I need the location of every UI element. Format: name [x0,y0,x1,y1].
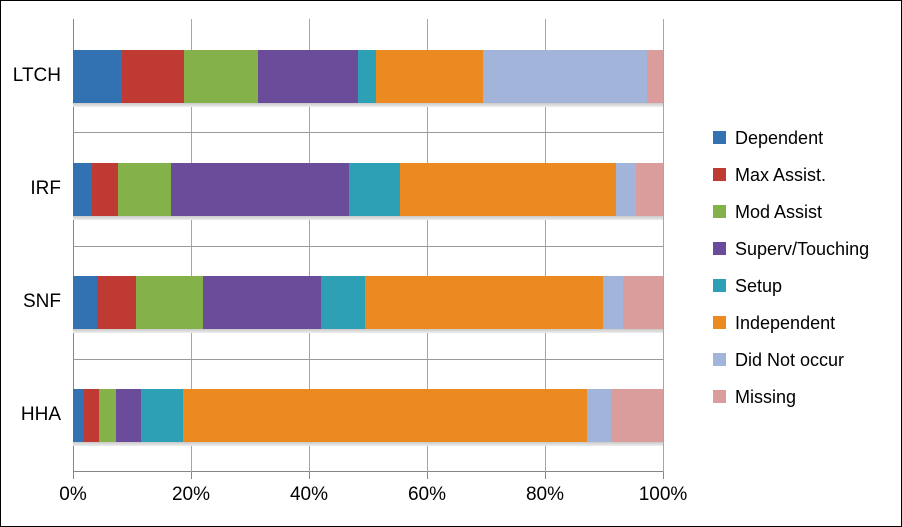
legend-item-max-assist[interactable]: Max Assist. [713,156,893,193]
bar-segment-setup[interactable] [320,276,366,330]
legend-item-did-not-occur[interactable]: Did Not occur [713,341,893,378]
x-tick-label: 0% [59,484,87,505]
x-tick-label: 40% [289,484,329,505]
x-tick-label: 80% [525,484,565,505]
legend-swatch-icon [713,205,726,218]
bar-segment-mod-assist[interactable] [117,162,171,216]
category-separator [73,358,663,360]
category-separator [73,245,663,247]
chart-legend: Dependent Max Assist. Mod Assist Superv/Tou… [713,119,893,415]
legend-label: Dependent [735,127,824,148]
bar-segment-independent[interactable] [376,49,484,103]
bar-segment-missing[interactable] [635,162,663,216]
plot-area: LTCH IRF SNF HHA 0% 20% 40% 60% 80% 100% [13,19,687,505]
category-row-irf: IRF [30,132,663,245]
bar-segment-did-not-occur[interactable] [483,49,648,103]
y-axis-label-ltch: LTCH [12,64,61,86]
bar-segment-superv-touching[interactable] [202,276,321,330]
legend-label: Superv/Touching [735,238,870,259]
x-tick [191,472,192,479]
bar-shadow [73,442,663,447]
x-tick [73,472,74,479]
bar-segment-independent[interactable] [365,276,603,330]
x-tick [309,472,310,479]
bar-segment-superv-touching[interactable] [116,389,141,443]
y-axis-label-irf: IRF [30,177,61,199]
legend-item-independent[interactable]: Independent [713,304,893,341]
bar-segment-max-assist[interactable] [91,162,118,216]
bar-segment-mod-assist[interactable] [183,49,258,103]
bar-segment-missing[interactable] [647,49,663,103]
legend-swatch-icon [713,316,726,329]
bar-segment-superv-touching[interactable] [257,49,358,103]
legend-label: Missing [735,386,797,407]
legend-label: Max Assist. [735,164,827,185]
stacked-bar-irf[interactable] [73,162,663,220]
bar-segment-dependent[interactable] [73,389,85,443]
legend-label: Setup [735,275,783,296]
x-tick [663,472,664,479]
bar-segment-superv-touching[interactable] [170,162,350,216]
bar-segment-setup[interactable] [349,162,400,216]
legend-item-missing[interactable]: Missing [713,378,893,415]
legend-item-setup[interactable]: Setup [713,267,893,304]
bar-segment-missing[interactable] [622,276,663,330]
bar-segment-dependent[interactable] [73,162,92,216]
bar-segment-independent[interactable] [182,389,587,443]
x-tick-label: 20% [171,484,211,505]
category-row-snf: SNF [23,245,663,359]
bar-shadow [73,215,663,220]
legend-swatch-icon [713,390,726,403]
legend-swatch-icon [713,131,726,144]
x-tick-label: 100% [638,484,688,505]
stacked-bar-snf[interactable] [73,276,663,334]
bar-shadow [73,102,663,107]
legend-swatch-icon [713,279,726,292]
legend-swatch-icon [713,168,726,181]
category-row-hha: HHA [21,358,663,472]
legend-label: Mod Assist [735,201,823,222]
bar-segment-independent[interactable] [399,162,616,216]
legend-item-superv-touching[interactable]: Superv/Touching [713,230,893,267]
y-axis-label-snf: SNF [23,291,61,313]
bar-segment-dependent[interactable] [73,49,122,103]
stacked-bar-ltch[interactable] [73,49,663,107]
bar-segment-did-not-occur[interactable] [586,389,612,443]
bar-segment-mod-assist[interactable] [98,389,117,443]
category-row-ltch: LTCH [13,19,663,132]
bar-segment-setup[interactable] [357,49,377,103]
bar-segment-did-not-occur[interactable] [615,162,636,216]
x-tick [427,472,428,479]
legend-label: Did Not occur [735,349,845,370]
chart-container: LTCH IRF SNF HHA 0% 20% 40% 60% 80% 100% Depende… [0,0,902,527]
bar-segment-mod-assist[interactable] [136,276,203,330]
bar-shadow [73,329,663,334]
legend-item-mod-assist[interactable]: Mod Assist [713,193,893,230]
legend-label: Independent [735,312,836,333]
legend-item-dependent[interactable]: Dependent [713,119,893,156]
bar-segment-setup[interactable] [140,389,183,443]
category-separator [73,132,663,134]
y-axis-label-hha: HHA [20,404,61,426]
legend-swatch-icon [713,353,726,366]
x-tick-label: 60% [407,484,447,505]
gridline-100pct [663,19,664,472]
x-tick [545,472,546,479]
bar-segment-max-assist[interactable] [121,49,184,103]
stacked-bar-hha[interactable] [73,389,663,447]
bar-segment-max-assist[interactable] [84,389,99,443]
bar-segment-max-assist[interactable] [97,276,137,330]
bar-segment-missing[interactable] [611,389,663,443]
bar-segment-did-not-occur[interactable] [602,276,623,330]
legend-swatch-icon [713,242,726,255]
bar-segment-dependent[interactable] [73,276,98,330]
